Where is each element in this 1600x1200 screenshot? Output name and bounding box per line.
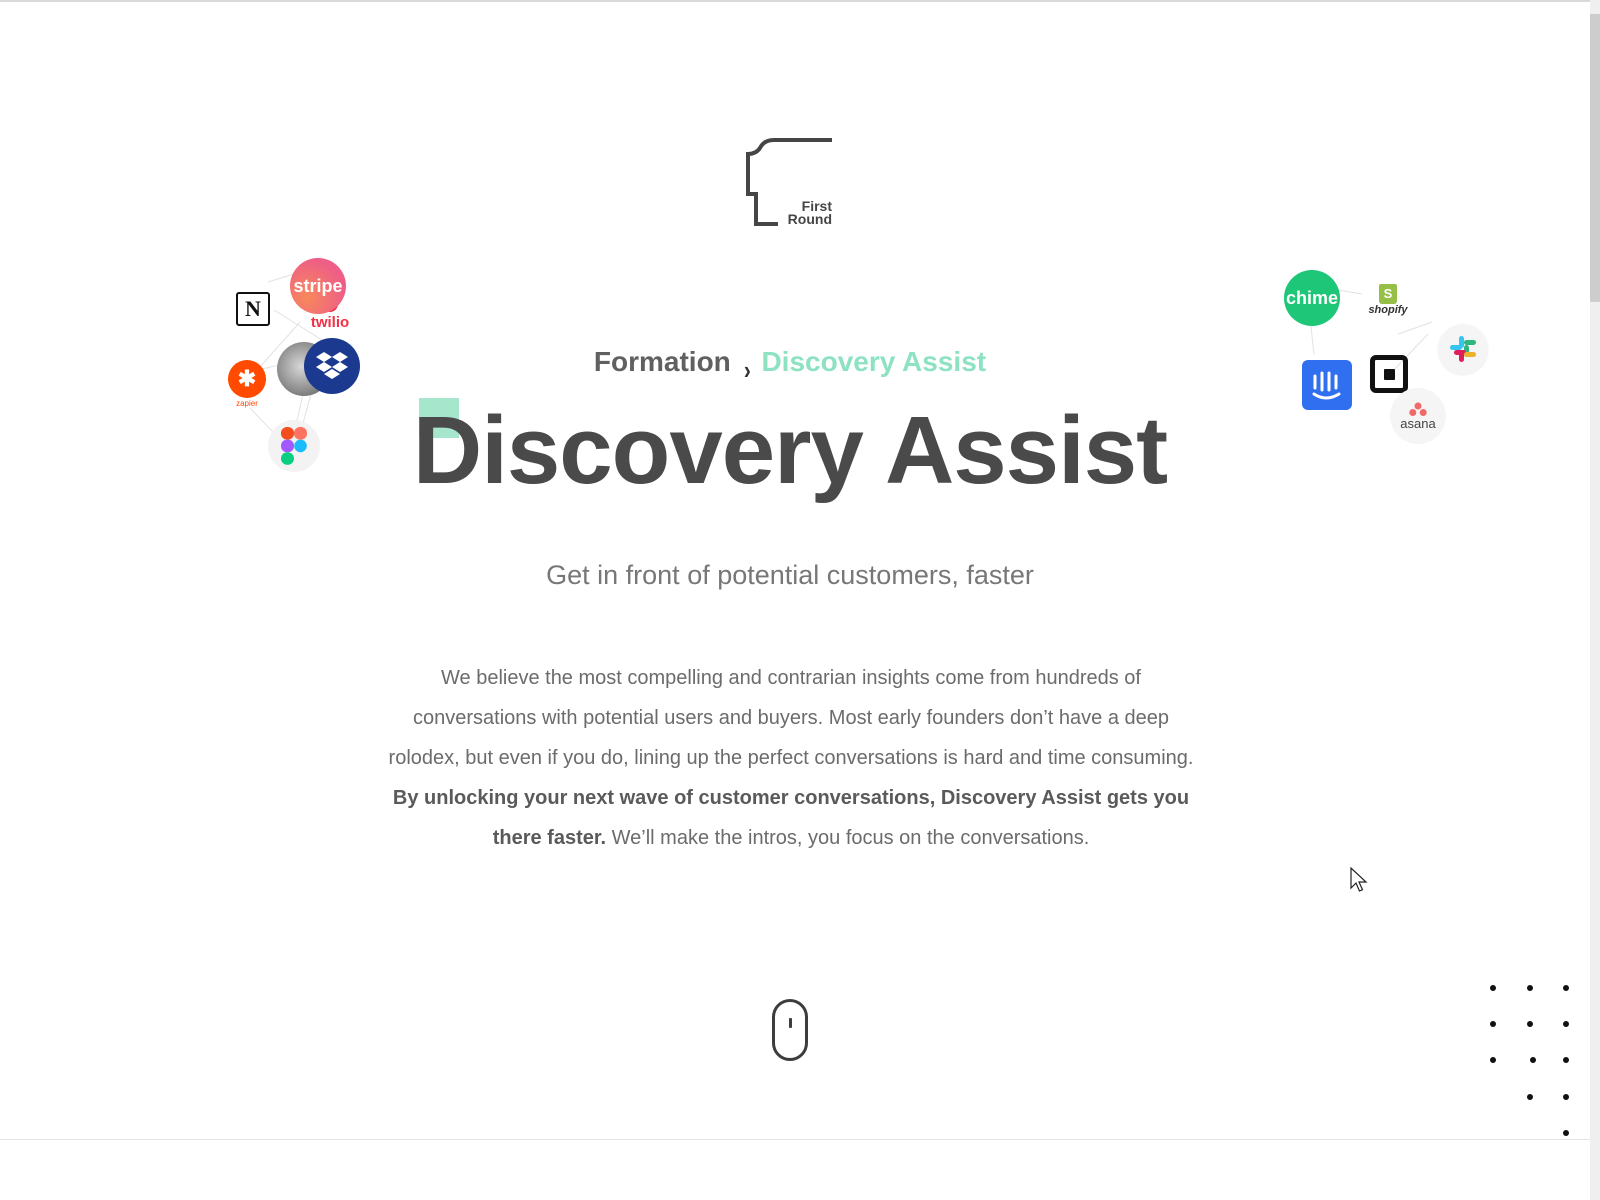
shopify-logo: S shopify	[1364, 284, 1412, 316]
intro-paragraph: We believe the most compelling and contr…	[385, 658, 1197, 858]
chevron-right-icon: ›	[743, 355, 751, 385]
mouse-cursor-icon	[1350, 866, 1368, 898]
section-divider	[0, 1139, 1590, 1140]
dot	[1527, 1021, 1533, 1027]
notion-glyph: N	[245, 296, 261, 321]
dot	[1527, 985, 1533, 991]
page-subtitle: Get in front of potential customers, fas…	[546, 560, 1034, 590]
dot	[1563, 985, 1569, 991]
dot	[1563, 1057, 1569, 1063]
dot	[1563, 1021, 1569, 1027]
dot	[1563, 1094, 1569, 1100]
twilio-wordmark: twilio	[310, 314, 350, 331]
shopify-wordmark: shopify	[1368, 304, 1408, 316]
top-border	[0, 0, 1600, 2]
stripe-wordmark: stripe	[293, 275, 343, 296]
mouse-scroll-icon[interactable]	[772, 999, 808, 1061]
shopify-bag-icon: S	[1379, 284, 1397, 304]
page-title: Discovery Assist	[412, 397, 1168, 504]
scrollbar-thumb[interactable]	[1590, 14, 1600, 302]
breadcrumb-discovery-assist[interactable]: Discovery Assist	[761, 346, 986, 377]
logo-text: First Round	[787, 199, 832, 227]
breadcrumb-formation[interactable]: Formation	[594, 346, 731, 377]
mouse-wheel	[789, 1018, 792, 1028]
scrollbar[interactable]	[1590, 0, 1600, 1200]
chime-wordmark: chime	[1285, 287, 1339, 308]
dot	[1530, 1057, 1536, 1063]
intro-closing-text: We’ll make the intros, you focus on the …	[606, 827, 1090, 849]
dot	[1490, 1021, 1496, 1027]
dot	[1563, 1130, 1569, 1136]
chime-logo: chime	[1284, 270, 1340, 326]
dot	[1490, 985, 1496, 991]
dot	[1527, 1094, 1533, 1100]
stripe-logo: stripe	[290, 258, 346, 314]
logo-line-2: Round	[787, 211, 832, 227]
dot	[1490, 1057, 1496, 1063]
notion-logo: N	[236, 292, 270, 326]
first-round-logo[interactable]: First Round	[744, 138, 836, 232]
breadcrumb: Formation › Discovery Assist	[0, 346, 1580, 385]
intro-text: We believe the most compelling and contr…	[388, 667, 1194, 769]
